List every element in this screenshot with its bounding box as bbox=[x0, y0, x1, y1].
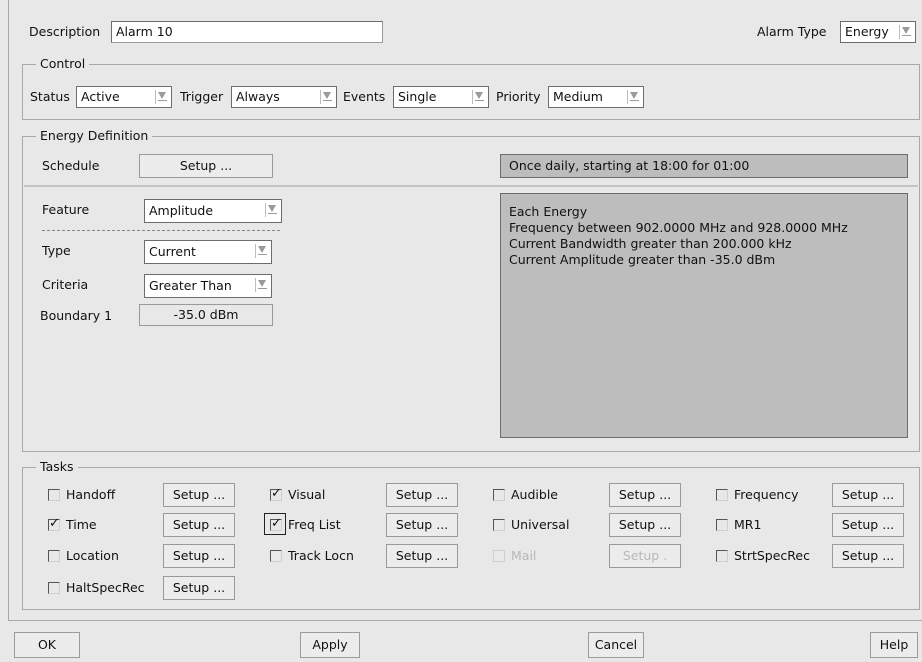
summary-line: Each Energy bbox=[509, 204, 588, 219]
universal-setup-button[interactable]: Setup ... bbox=[609, 513, 681, 537]
track-locn-setup-button[interactable]: Setup ... bbox=[386, 544, 458, 568]
criteria-select[interactable]: Greater Than bbox=[144, 274, 272, 298]
mail-label: Mail bbox=[511, 548, 537, 563]
mail-setup-button: Setup . bbox=[609, 544, 681, 568]
dropdown-arrow-icon bbox=[899, 25, 912, 39]
dropdown-arrow-icon bbox=[155, 90, 168, 104]
schedule-label: Schedule bbox=[42, 158, 100, 173]
events-label: Events bbox=[343, 89, 386, 104]
focus-ring bbox=[264, 513, 286, 535]
dropdown-arrow-icon bbox=[255, 278, 268, 292]
mr1-checkbox[interactable] bbox=[716, 519, 728, 531]
location-label: Location bbox=[66, 548, 119, 563]
track-locn-label: Track Locn bbox=[288, 548, 354, 563]
energy-definition-legend: Energy Definition bbox=[36, 128, 153, 144]
window-left-edge bbox=[8, 0, 9, 620]
frequency-setup-button[interactable]: Setup ... bbox=[832, 483, 904, 507]
tasks-legend: Tasks bbox=[36, 459, 78, 475]
location-checkbox[interactable] bbox=[48, 550, 60, 562]
alarm-type-value: Energy bbox=[845, 24, 889, 39]
criteria-label: Criteria bbox=[42, 277, 89, 292]
audible-label: Audible bbox=[511, 487, 558, 502]
strtspecrec-setup-button[interactable]: Setup ... bbox=[832, 544, 904, 568]
audible-checkbox[interactable] bbox=[493, 489, 505, 501]
schedule-summary: Once daily, starting at 18:00 for 01:00 bbox=[500, 154, 908, 178]
frequency-label: Frequency bbox=[734, 487, 799, 502]
dropdown-arrow-icon bbox=[320, 90, 333, 104]
time-checkbox[interactable] bbox=[48, 516, 60, 531]
visual-checkbox[interactable] bbox=[270, 486, 282, 501]
summary-line: Frequency between 902.0000 MHz and 928.0… bbox=[509, 220, 848, 235]
location-setup-button[interactable]: Setup ... bbox=[163, 544, 235, 568]
track-locn-checkbox[interactable] bbox=[270, 550, 282, 562]
priority-label: Priority bbox=[496, 89, 541, 104]
audible-setup-button[interactable]: Setup ... bbox=[609, 483, 681, 507]
mr1-label: MR1 bbox=[734, 517, 762, 532]
schedule-setup-button[interactable]: Setup ... bbox=[139, 154, 273, 178]
help-button[interactable]: Help bbox=[870, 632, 918, 658]
footer-divider bbox=[8, 620, 922, 621]
frequency-checkbox[interactable] bbox=[716, 489, 728, 501]
priority-value: Medium bbox=[553, 89, 603, 104]
status-select[interactable]: Active bbox=[76, 86, 172, 108]
mr1-setup-button[interactable]: Setup ... bbox=[832, 513, 904, 537]
energy-summary-panel: Each Energy Frequency between 902.0000 M… bbox=[500, 193, 908, 438]
control-legend: Control bbox=[36, 56, 90, 72]
description-field[interactable]: Alarm 10 bbox=[111, 21, 383, 43]
description-label: Description bbox=[29, 24, 101, 39]
handoff-setup-button[interactable]: Setup ... bbox=[163, 483, 235, 507]
trigger-label: Trigger bbox=[180, 89, 224, 104]
priority-select[interactable]: Medium bbox=[548, 86, 644, 108]
alarm-type-label: Alarm Type bbox=[757, 24, 827, 39]
universal-checkbox[interactable] bbox=[493, 519, 505, 531]
status-label: Status bbox=[30, 89, 70, 104]
haltspecrec-label: HaltSpecRec bbox=[66, 580, 145, 595]
criteria-value: Greater Than bbox=[149, 278, 232, 293]
mail-checkbox bbox=[493, 550, 505, 562]
feature-select[interactable]: Amplitude bbox=[144, 199, 282, 223]
ok-button[interactable]: OK bbox=[14, 632, 80, 658]
haltspecrec-checkbox[interactable] bbox=[48, 582, 60, 594]
strtspecrec-label: StrtSpecRec bbox=[734, 548, 810, 563]
visual-label: Visual bbox=[288, 487, 326, 502]
dropdown-arrow-icon bbox=[472, 90, 485, 104]
dropdown-arrow-icon bbox=[265, 203, 278, 217]
apply-button[interactable]: Apply bbox=[300, 632, 360, 658]
dropdown-arrow-icon bbox=[627, 90, 640, 104]
haltspecrec-setup-button[interactable]: Setup ... bbox=[163, 576, 235, 600]
status-value: Active bbox=[81, 89, 120, 104]
handoff-label: Handoff bbox=[66, 487, 116, 502]
type-select[interactable]: Current bbox=[144, 240, 272, 264]
type-value: Current bbox=[149, 244, 196, 259]
boundary-value[interactable]: -35.0 dBm bbox=[139, 304, 273, 326]
events-select[interactable]: Single bbox=[393, 86, 489, 108]
summary-line: Current Bandwidth greater than 200.000 k… bbox=[509, 236, 792, 251]
time-label: Time bbox=[66, 517, 97, 532]
time-setup-button[interactable]: Setup ... bbox=[163, 513, 235, 537]
summary-line: Current Amplitude greater than -35.0 dBm bbox=[509, 252, 776, 267]
visual-setup-button[interactable]: Setup ... bbox=[386, 483, 458, 507]
universal-label: Universal bbox=[511, 517, 570, 532]
alarm-type-select[interactable]: Energy bbox=[840, 21, 916, 43]
handoff-checkbox[interactable] bbox=[48, 489, 60, 501]
trigger-value: Always bbox=[236, 89, 280, 104]
trigger-select[interactable]: Always bbox=[231, 86, 337, 108]
cancel-button[interactable]: Cancel bbox=[588, 632, 644, 658]
freq-list-setup-button[interactable]: Setup ... bbox=[386, 513, 458, 537]
events-value: Single bbox=[398, 89, 437, 104]
feature-label: Feature bbox=[42, 202, 90, 217]
energy-divider bbox=[24, 185, 918, 187]
feature-separator bbox=[42, 230, 280, 231]
freq-list-label: Freq List bbox=[288, 517, 341, 532]
boundary-label: Boundary 1 bbox=[40, 308, 113, 323]
strtspecrec-checkbox[interactable] bbox=[716, 550, 728, 562]
type-label: Type bbox=[42, 243, 71, 258]
dropdown-arrow-icon bbox=[255, 244, 268, 258]
feature-value: Amplitude bbox=[149, 203, 214, 218]
